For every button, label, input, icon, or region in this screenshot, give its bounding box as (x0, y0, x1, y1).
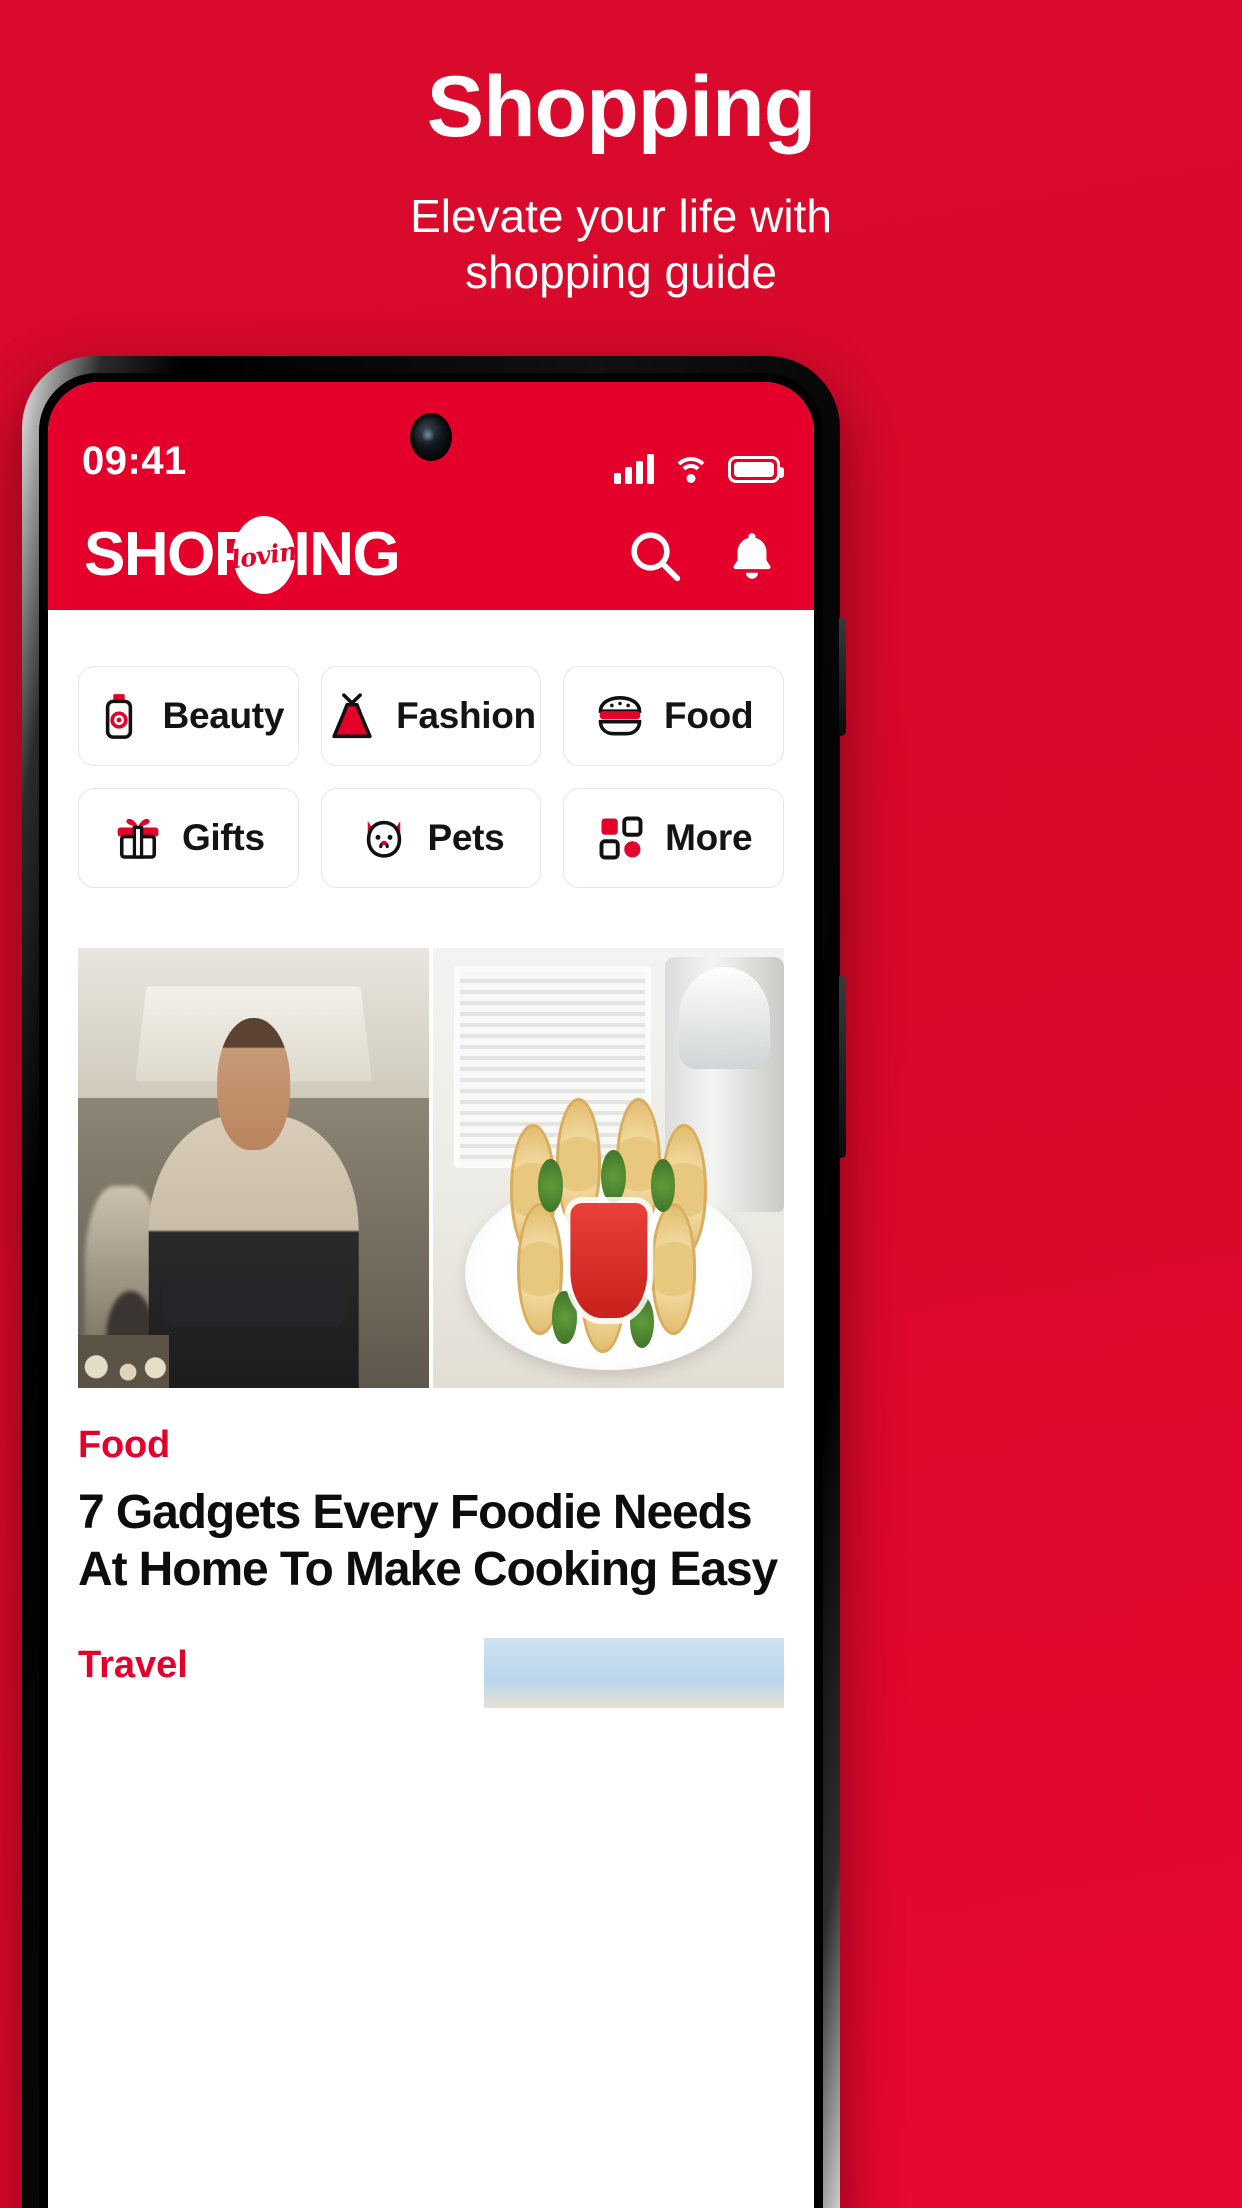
app-logo[interactable]: SHOPPING lovin (84, 516, 401, 594)
category-label: Fashion (396, 695, 536, 736)
subtitle-line-1: Elevate your life with (410, 190, 832, 243)
logo-badge-text: lovin (229, 536, 299, 574)
subtitle-line-2: shopping guide (464, 246, 778, 299)
beauty-icon (105, 694, 132, 739)
dress-icon (332, 693, 372, 739)
category-grid: Beauty Fashion Food Gifts Pets More (78, 636, 784, 888)
brand-bar: SHOPPING lovin (48, 500, 814, 610)
gift-icon (117, 818, 159, 859)
category-label: Food (664, 695, 754, 736)
category-label: Pets (427, 817, 505, 858)
page-title: Shopping (426, 59, 816, 155)
article-headline[interactable]: 7 Gadgets Every Foodie Needs At Home To … (78, 1485, 784, 1598)
category-chip-beauty[interactable]: Beauty (78, 666, 299, 766)
category-chip-more[interactable]: More (563, 788, 784, 888)
next-article-category[interactable]: Travel (78, 1644, 188, 1687)
search-icon[interactable] (626, 527, 682, 583)
grid-icon (599, 816, 643, 860)
status-icons (614, 454, 784, 484)
phone-power-button[interactable] (839, 976, 846, 1158)
page-subtitle: Elevate your life with shopping guide (0, 188, 1242, 300)
logo-badge: lovin (229, 516, 299, 594)
category-chip-pets[interactable]: Pets (320, 788, 542, 888)
hero-block: Shopping Elevate your life with shopping… (0, 0, 1242, 301)
next-article-thumbnail[interactable] (484, 1638, 784, 1709)
front-camera-icon (412, 415, 450, 459)
battery-icon (728, 455, 784, 483)
article-image-food[interactable] (433, 948, 784, 1388)
promo-poster: Shopping Elevate your life with shopping… (0, 0, 1242, 2208)
phone-mockup: 09:41 SHOPPING (22, 356, 846, 2208)
bell-icon[interactable] (724, 527, 780, 583)
category-chip-food[interactable]: Food (563, 666, 784, 766)
article-category-tag[interactable]: Food (78, 1424, 784, 1467)
burger-icon (598, 696, 642, 736)
next-article-row[interactable]: Travel (78, 1598, 784, 1709)
app-content: Beauty Fashion Food Gifts Pets More Food… (48, 610, 814, 1709)
phone-volume-button[interactable] (839, 618, 846, 736)
category-label: More (665, 817, 753, 858)
article-image-chef[interactable] (78, 948, 429, 1388)
phone-bezel: 09:41 SHOPPING (39, 373, 823, 2208)
category-label: Gifts (181, 817, 265, 858)
signal-icon (614, 454, 654, 484)
phone-screen: 09:41 SHOPPING (48, 382, 814, 2208)
header-actions (626, 527, 780, 583)
featured-media[interactable] (78, 948, 784, 1388)
category-chip-fashion[interactable]: Fashion (320, 666, 542, 766)
dog-icon (366, 820, 401, 858)
category-label: Beauty (162, 695, 285, 736)
wifi-icon (672, 455, 710, 483)
status-clock: 09:41 (82, 439, 187, 483)
category-chip-gifts[interactable]: Gifts (78, 788, 299, 888)
